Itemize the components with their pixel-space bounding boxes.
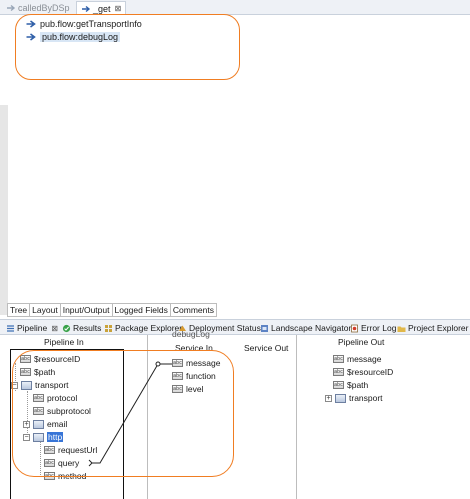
error-log-icon <box>351 324 358 332</box>
service-out-header: Service Out <box>244 343 289 353</box>
annotation-ring-flow-steps <box>15 14 240 80</box>
panel-tab-results[interactable]: Results <box>62 322 101 334</box>
panel-tab-bar: Pipeline ⊠ Results Package Explorer Depl… <box>0 319 470 335</box>
landscape-icon <box>261 324 268 332</box>
string-field-icon: abc <box>333 381 344 389</box>
flow-service-icon <box>7 4 16 12</box>
node-label: $path <box>347 380 369 390</box>
panel-tab-label: Pipeline <box>17 323 48 333</box>
panel-tab-project-explorer[interactable]: Project Explorer <box>397 322 468 334</box>
pipeline-out-node-resourceid[interactable]: abc $resourceID <box>333 366 393 378</box>
flow-service-icon <box>82 5 91 12</box>
panel-tab-label: Error Log <box>361 323 397 333</box>
editor-tab-label: calledByDSp <box>18 3 70 13</box>
view-tab-comments[interactable]: Comments <box>170 303 217 317</box>
expand-icon[interactable]: + <box>325 394 332 402</box>
panel-tab-landscape-navigator[interactable]: Landscape Navigator <box>260 322 351 334</box>
pipeline-out-header: Pipeline Out <box>338 337 385 347</box>
view-tab-bar: Tree Layout Input/Output Logged Fields C… <box>7 303 217 317</box>
annotation-ring-mapping <box>12 350 234 477</box>
string-field-icon: abc <box>333 355 344 363</box>
pipeline-out-node-path[interactable]: abc $path <box>333 379 368 391</box>
editor-tab-get[interactable]: _get ⊠ <box>76 1 127 15</box>
results-icon <box>62 324 71 332</box>
panel-tab-label: Results <box>73 323 102 333</box>
editor-tab-bar: calledByDSp _get ⊠ <box>0 0 470 15</box>
panel-tab-pipeline[interactable]: Pipeline ⊠ <box>6 322 58 334</box>
editor-tab-label: _get <box>93 3 111 14</box>
document-icon <box>335 393 346 403</box>
node-label: message <box>347 354 382 364</box>
pipeline-out-node-transport[interactable]: + transport <box>325 392 383 404</box>
view-tab-layout[interactable]: Layout <box>30 303 61 317</box>
view-tab-input-output[interactable]: Input/Output <box>60 303 113 317</box>
pipeline-icon <box>7 324 14 332</box>
panel-tab-package-explorer[interactable]: Package Explorer <box>104 322 182 334</box>
panel-tab-label: Landscape Navigator <box>271 323 352 333</box>
view-tab-logged-fields[interactable]: Logged Fields <box>112 303 171 317</box>
view-tab-tree[interactable]: Tree <box>7 303 31 317</box>
panel-tab-error-log[interactable]: Error Log <box>350 322 396 334</box>
pipeline-out-node-message[interactable]: abc message <box>333 353 382 365</box>
close-icon[interactable]: ⊠ <box>51 324 58 333</box>
package-explorer-icon <box>105 324 112 332</box>
panel-tab-label: Project Explorer <box>408 323 469 333</box>
node-label: transport <box>349 393 383 403</box>
node-label: $resourceID <box>347 367 394 377</box>
service-name-fragment: debugLog <box>172 329 210 339</box>
pipeline-in-header: Pipeline In <box>44 337 84 347</box>
project-explorer-icon <box>397 326 406 332</box>
editor-tab-calledbydsp[interactable]: calledByDSp <box>2 1 74 15</box>
editor-gutter <box>0 105 8 315</box>
column-divider <box>296 335 297 499</box>
string-field-icon: abc <box>333 368 344 376</box>
close-icon[interactable]: ⊠ <box>115 4 122 13</box>
